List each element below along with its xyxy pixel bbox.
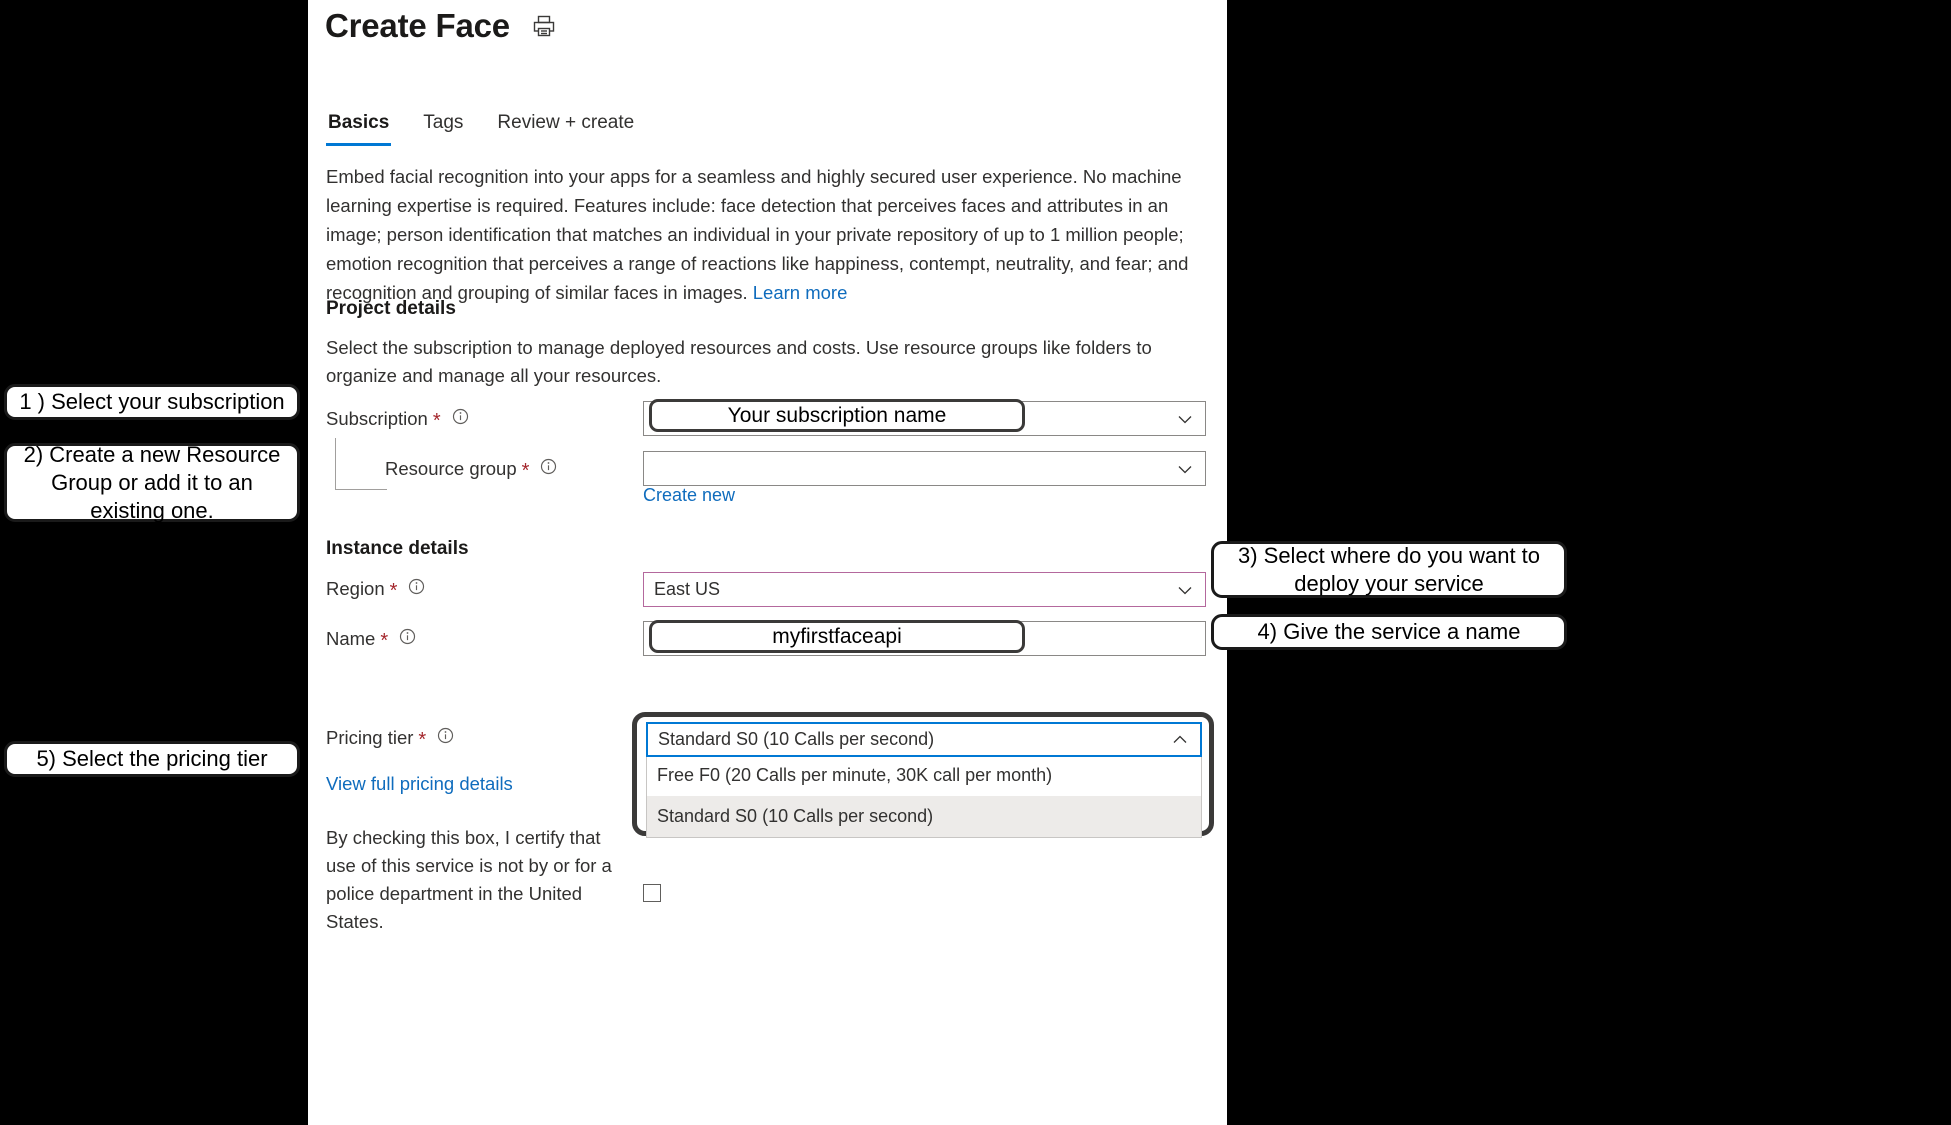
pricing-tier-value: Standard S0 (10 Calls per second) bbox=[658, 729, 935, 749]
resource-group-select[interactable] bbox=[643, 451, 1206, 486]
info-icon[interactable] bbox=[534, 458, 557, 480]
pricing-tier-required-asterisk: * bbox=[418, 729, 427, 751]
print-icon[interactable] bbox=[532, 14, 556, 38]
info-icon[interactable] bbox=[402, 578, 425, 600]
callout-4: 4) Give the service a name bbox=[1211, 614, 1567, 650]
police-certification-text: By checking this box, I certify that use… bbox=[326, 827, 612, 932]
region-value: East US bbox=[654, 579, 721, 599]
subscription-label-text: Subscription bbox=[326, 408, 428, 429]
subscription-required-asterisk: * bbox=[432, 410, 441, 432]
consent-checkbox[interactable] bbox=[643, 884, 661, 902]
learn-more-link[interactable]: Learn more bbox=[753, 282, 848, 303]
pricing-tier-option-standard-s0[interactable]: Standard S0 (10 Calls per second) bbox=[647, 796, 1201, 837]
instance-details-heading: Instance details bbox=[326, 538, 469, 559]
pricing-tier-label-text: Pricing tier bbox=[326, 727, 414, 748]
name-label: Name * bbox=[326, 628, 416, 652]
create-new-resource-group-link[interactable]: Create new bbox=[643, 485, 735, 506]
chevron-up-icon bbox=[1173, 735, 1187, 743]
project-details-heading: Project details bbox=[326, 298, 456, 319]
subscription-value: Your subscription name bbox=[727, 403, 947, 427]
callout-1: 1 ) Select your subscription bbox=[4, 384, 300, 420]
project-details-subtext: Select the subscription to manage deploy… bbox=[326, 337, 1152, 386]
resource-group-tree-connector bbox=[335, 438, 387, 490]
info-icon[interactable] bbox=[446, 408, 469, 430]
create-face-panel: Create Face Basics Tags Review + create … bbox=[308, 0, 1227, 1125]
tab-tags[interactable]: Tags bbox=[421, 112, 465, 146]
callout-2: 2) Create a new Resource Group or add it… bbox=[4, 442, 300, 523]
resource-group-required-asterisk: * bbox=[521, 460, 530, 482]
region-select[interactable]: East US bbox=[643, 572, 1206, 607]
page-title: Create Face bbox=[325, 7, 510, 44]
region-label: Region * bbox=[326, 578, 425, 602]
service-description: Embed facial recognition into your apps … bbox=[326, 162, 1196, 307]
region-label-text: Region bbox=[326, 578, 385, 599]
pricing-tier-option-free-f0[interactable]: Free F0 (20 Calls per minute, 30K call p… bbox=[647, 755, 1201, 796]
info-icon[interactable] bbox=[431, 727, 454, 749]
tab-review-create[interactable]: Review + create bbox=[495, 112, 636, 146]
subscription-label: Subscription * bbox=[326, 408, 469, 432]
name-required-asterisk: * bbox=[380, 630, 389, 652]
pricing-tier-combobox[interactable]: Standard S0 (10 Calls per second) bbox=[646, 722, 1202, 757]
info-icon[interactable] bbox=[393, 628, 416, 650]
resource-group-label-text: Resource group bbox=[385, 458, 517, 479]
pricing-tier-label: Pricing tier * bbox=[326, 727, 454, 751]
tab-bar: Basics Tags Review + create bbox=[326, 112, 636, 146]
name-value: myfirstfaceapi bbox=[772, 624, 902, 648]
name-label-text: Name bbox=[326, 628, 376, 649]
screenshot-root: Create Face Basics Tags Review + create … bbox=[0, 0, 1951, 1125]
pricing-tier-option-list: Free F0 (20 Calls per minute, 30K call p… bbox=[646, 755, 1202, 838]
tab-basics[interactable]: Basics bbox=[326, 112, 392, 146]
region-required-asterisk: * bbox=[389, 580, 398, 602]
title-row: Create Face bbox=[325, 4, 556, 48]
callout-3: 3) Select where do you want to deploy yo… bbox=[1211, 541, 1567, 598]
callout-5: 5) Select the pricing tier bbox=[4, 741, 300, 777]
view-full-pricing-details-link[interactable]: View full pricing details bbox=[326, 773, 513, 795]
resource-group-label: Resource group * bbox=[385, 458, 557, 482]
name-value-highlight: myfirstfaceapi bbox=[649, 620, 1025, 653]
subscription-value-highlight: Your subscription name bbox=[649, 399, 1025, 432]
